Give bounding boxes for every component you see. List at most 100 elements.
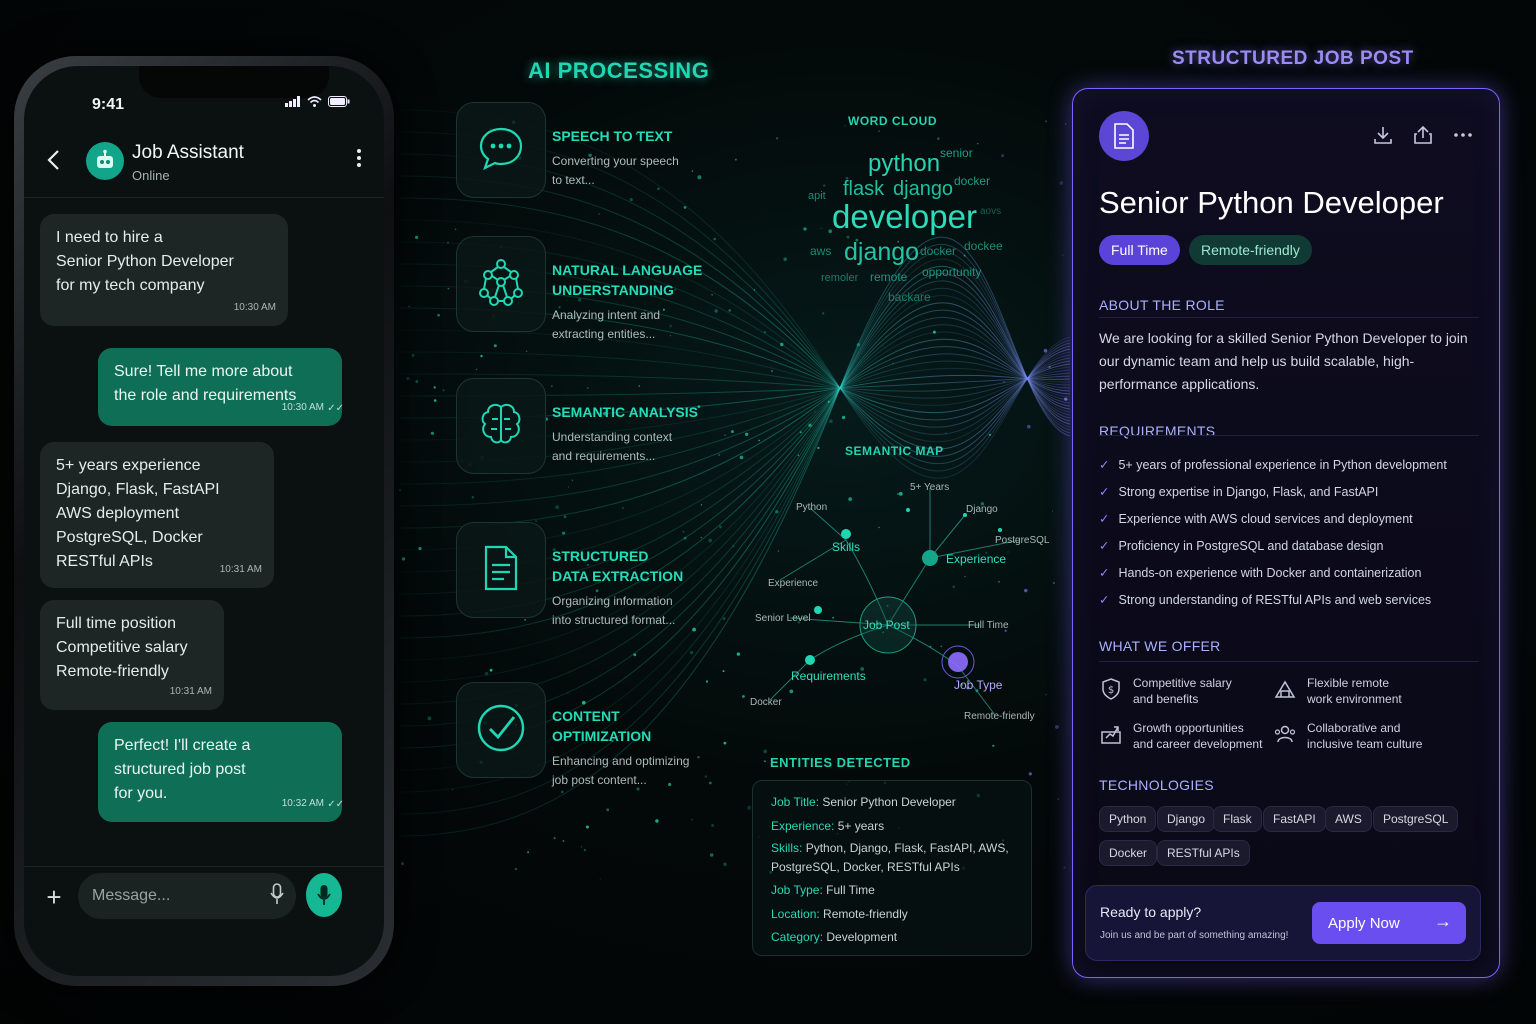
- apply-now-button[interactable]: Apply Now →: [1312, 902, 1466, 944]
- document-badge: [1099, 111, 1149, 161]
- message-time: 10:30 AM: [281, 402, 324, 413]
- requirement-text: 5+ years of professional experience in P…: [1118, 458, 1447, 472]
- offer-line: and benefits: [1133, 692, 1199, 706]
- status-icons: [285, 96, 350, 110]
- step-desc-line: Converting your speech: [552, 154, 679, 168]
- step-desc-line: extracting entities...: [552, 327, 656, 341]
- offer-text: Growth opportunities and career developme…: [1133, 720, 1262, 752]
- growth-icon: [1099, 722, 1123, 751]
- step-description: Converting your speech to text...: [552, 152, 712, 190]
- share-icon[interactable]: [1413, 125, 1433, 150]
- step-title: NATURAL LANGUAGE UNDERSTANDING: [552, 260, 712, 300]
- chat-header: Job Assistant Online: [24, 128, 384, 198]
- step-title: SPEECH TO TEXT: [552, 126, 712, 146]
- word-cloud-word: dockee: [964, 239, 1003, 253]
- semantic-map-label: Full Time: [968, 620, 1009, 631]
- structured-job-post-title: STRUCTURED JOB POST: [1172, 48, 1414, 69]
- message-line: 5+ years experience: [56, 457, 201, 474]
- shield-dollar-icon: $: [1099, 677, 1123, 706]
- message-input[interactable]: [78, 873, 296, 919]
- technologies-heading: TECHNOLOGIES: [1099, 777, 1214, 793]
- technology-tag: Docker: [1099, 840, 1158, 866]
- requirement-item: ✓ Strong understanding of RESTful APIs an…: [1099, 592, 1431, 607]
- status-time: 9:41: [92, 96, 125, 113]
- voice-mic-icon: [317, 885, 331, 905]
- technology-tag: Django: [1157, 806, 1216, 832]
- download-icon[interactable]: [1373, 125, 1393, 150]
- step-description: Enhancing and optimizing job post content…: [552, 752, 712, 790]
- chat-bubble-icon: [476, 123, 526, 178]
- step-description: Organizing information into structured fo…: [552, 592, 712, 630]
- technology-tag: RESTful APIs: [1157, 840, 1250, 866]
- message-line: I need to hire a: [56, 229, 163, 246]
- entity-value: Remote-friendly: [823, 907, 908, 921]
- word-cloud-word: opportunity: [922, 265, 982, 279]
- semantic-map-label: PostgreSQL: [995, 535, 1050, 546]
- step-title: SEMANTIC ANALYSIS: [552, 402, 712, 422]
- message-line: Sure! Tell me more about: [114, 363, 293, 380]
- semantic-map-label: Skills: [832, 540, 861, 554]
- mic-icon[interactable]: [270, 883, 284, 910]
- chat-title: Job Assistant: [132, 142, 244, 163]
- requirement-text: Experience with AWS cloud services and d…: [1118, 512, 1413, 526]
- requirement-text: Strong understanding of RESTful APIs and…: [1118, 593, 1432, 607]
- entities-title: ENTITIES DETECTED: [770, 755, 911, 770]
- offer-text: Flexible remote work environment: [1307, 675, 1402, 707]
- back-arrow-icon[interactable]: [46, 146, 60, 178]
- cta-heading: Ready to apply?: [1100, 904, 1202, 920]
- semantic-map-label: Experience: [768, 578, 819, 589]
- entity-row: Experience: 5+ years: [771, 817, 1021, 836]
- word-cloud-word: docker: [954, 174, 991, 188]
- requirement-text: Strong expertise in Django, Flask, and F…: [1118, 485, 1379, 499]
- message-line: Senior Python Developer: [56, 253, 234, 270]
- semantic-map-label: Requirements: [791, 669, 866, 683]
- more-options-icon[interactable]: [356, 148, 362, 174]
- ai-processing-title: AI PROCESSING: [528, 58, 710, 83]
- step-title: STRUCTURED DATA EXTRACTION: [552, 546, 712, 586]
- word-cloud-word: developer: [832, 198, 977, 235]
- technology-tag: PostgreSQL: [1373, 806, 1459, 832]
- about-heading: ABOUT THE ROLE: [1099, 297, 1225, 313]
- voice-record-button[interactable]: [306, 873, 342, 917]
- composer: +: [24, 866, 384, 976]
- requirement-item: ✓ Proficiency in PostgreSQL and database …: [1099, 538, 1383, 553]
- step-desc-line: and requirements...: [552, 449, 656, 463]
- offer-heading: WHAT WE OFFER: [1099, 638, 1221, 654]
- semantic-map-label: Python: [796, 502, 828, 513]
- attach-plus-button[interactable]: +: [38, 881, 70, 913]
- technology-tag: FastAPI: [1263, 806, 1326, 832]
- entity-row: Location: Remote-friendly: [771, 905, 1021, 924]
- check-icon: ✓: [1099, 593, 1110, 607]
- chat-bubble-out: Perfect! I'll create a structured job pos…: [98, 722, 344, 822]
- step-description: Understanding context and requirements...: [552, 428, 712, 466]
- offer-line: Competitive salary: [1133, 676, 1232, 690]
- step-title: CONTENT OPTIMIZATION: [552, 706, 712, 746]
- offer-line: Collaborative and: [1307, 721, 1401, 735]
- entity-row: Category: Development: [771, 928, 1021, 947]
- offer-text: Competitive salary and benefits: [1133, 675, 1232, 707]
- step-title-line: OPTIMIZATION: [552, 728, 652, 744]
- entity-key: Location:: [771, 907, 820, 921]
- arrow-right-icon: →: [1434, 911, 1452, 931]
- entity-row: Job Type: Full Time: [771, 881, 1021, 900]
- semantic-map-title: SEMANTIC MAP: [845, 444, 944, 458]
- step-desc-line: Understanding context: [552, 430, 673, 444]
- offer-line: inclusive team culture: [1307, 737, 1423, 751]
- offer-line: Growth opportunities: [1133, 721, 1244, 735]
- job-post-card: Senior Python Developer Full Time Remote…: [1072, 88, 1500, 978]
- step-desc-line: Organizing information: [552, 594, 673, 608]
- step-desc-line: Enhancing and optimizing: [552, 754, 690, 768]
- step-icon-box: [456, 522, 546, 618]
- wifi-icon: [307, 96, 322, 110]
- word-cloud-word: backare: [888, 290, 931, 304]
- message-time: 10:30 AM: [233, 302, 276, 313]
- check-icon: ✓: [1099, 539, 1110, 553]
- entity-value: 5+ years: [837, 819, 885, 833]
- more-horizontal-icon[interactable]: [1453, 125, 1473, 150]
- check-circle-icon: [474, 701, 528, 760]
- semantic-map-label: Django: [966, 504, 998, 515]
- requirement-item: ✓ 5+ years of professional experience in …: [1099, 457, 1447, 472]
- chat-bubble-in: I need to hire a Senior Python Developer f…: [40, 214, 288, 326]
- step-title-line: NATURAL LANGUAGE: [552, 262, 703, 278]
- step-title-line: SEMANTIC ANALYSIS: [552, 404, 698, 420]
